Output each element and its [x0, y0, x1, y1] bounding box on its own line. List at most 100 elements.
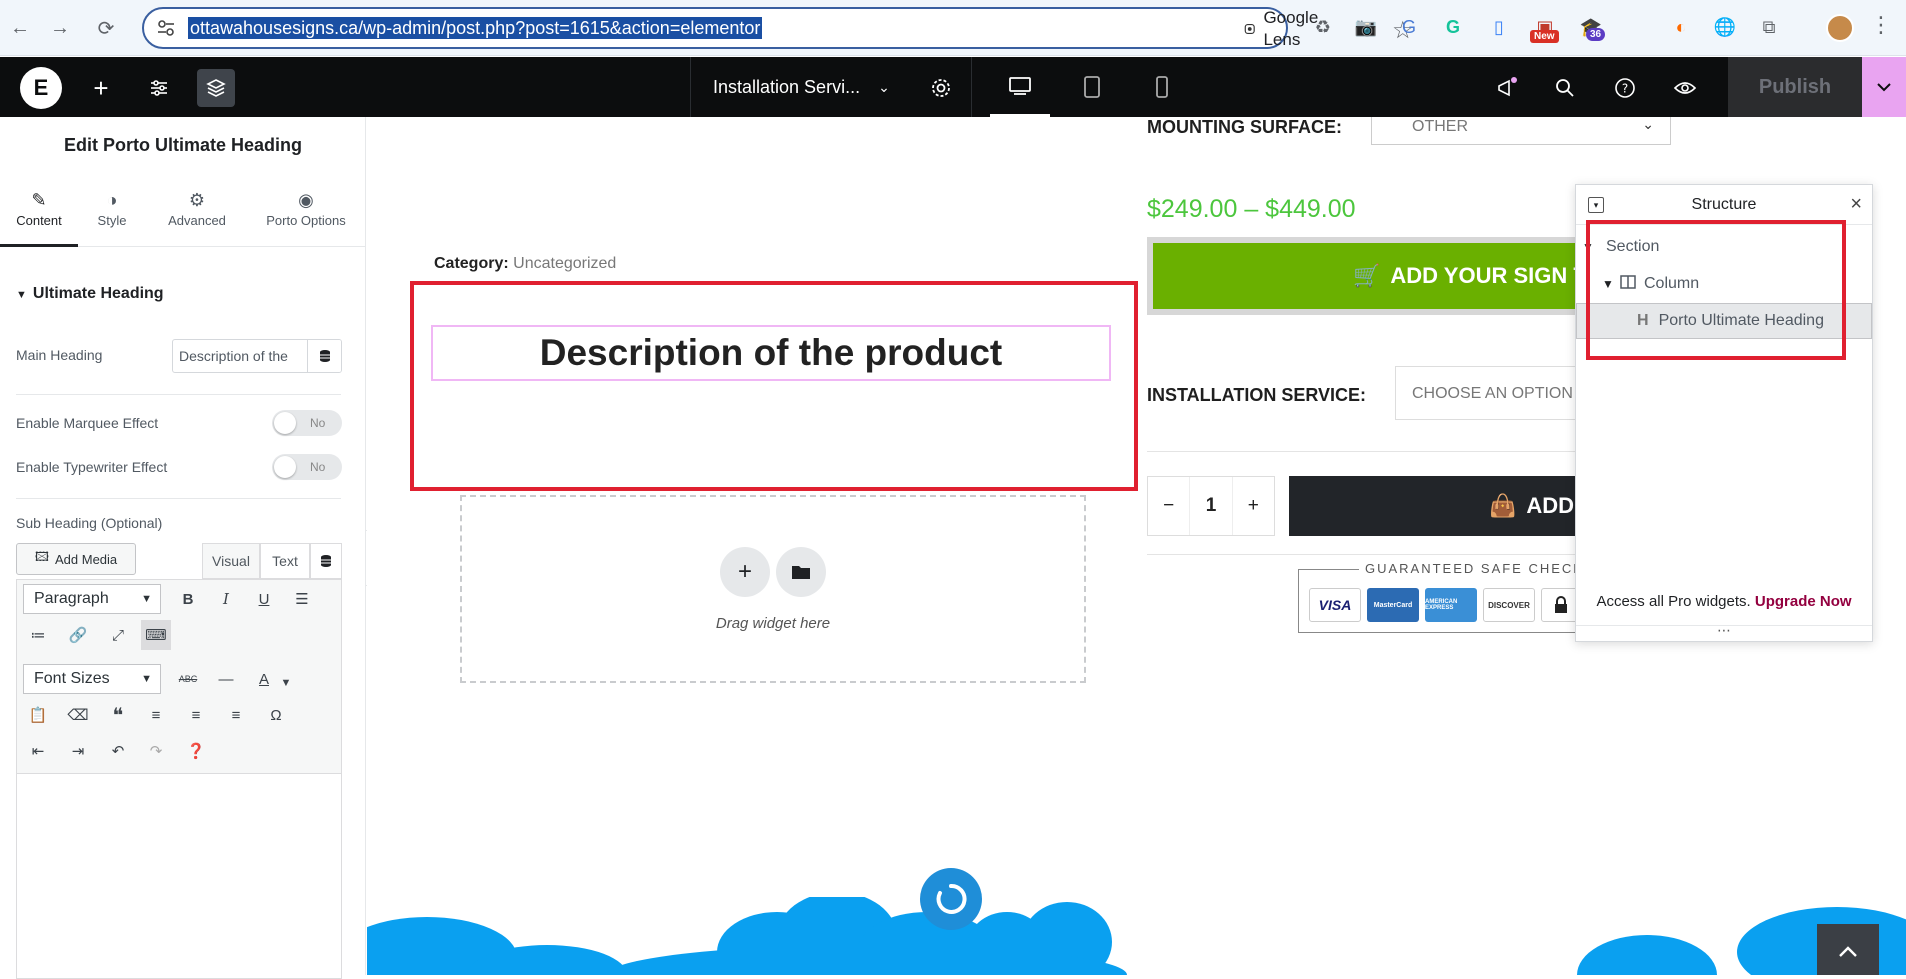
- empty-column-dropzone[interactable]: + Drag widget here: [460, 495, 1086, 683]
- tab-content[interactable]: ✎ Content: [0, 187, 78, 247]
- tab-text[interactable]: Text: [260, 543, 310, 579]
- highlight-box: [1586, 220, 1846, 360]
- profile-avatar[interactable]: [1826, 14, 1854, 42]
- section-toggle-ultimate-heading[interactable]: ▼ Ultimate Heading: [16, 285, 164, 303]
- subheading-label: Sub Heading (Optional): [16, 515, 163, 531]
- add-new-widget-plus-icon[interactable]: +: [720, 547, 770, 597]
- editor-toolbar: Paragraph ▼ B I U ☰ ≔ 🔗 ⤢ ⌨ Font Sizes ▼ A…: [17, 580, 341, 774]
- link-icon[interactable]: 🔗: [63, 620, 93, 650]
- font-sizes-select[interactable]: Font Sizes ▼: [23, 664, 161, 694]
- panel-title: Edit Porto Ultimate Heading: [63, 134, 303, 155]
- collapse-all-icon[interactable]: ▾: [1588, 197, 1604, 213]
- italic-icon[interactable]: I: [211, 584, 241, 614]
- recycle-extension-icon[interactable]: ♻: [1310, 14, 1336, 40]
- special-character-omega-icon[interactable]: Ω: [261, 700, 291, 730]
- loading-spinner-icon: [920, 868, 982, 930]
- page-settings-gear-icon[interactable]: [922, 69, 960, 107]
- paragraph-format-select[interactable]: Paragraph ▼: [23, 584, 161, 614]
- highlight-box: [410, 281, 1138, 491]
- drop-hint: Drag widget here: [715, 615, 831, 632]
- undo-icon[interactable]: ↶: [103, 736, 133, 766]
- forward-icon[interactable]: →: [44, 12, 76, 44]
- announcements-megaphone-icon[interactable]: [1488, 69, 1526, 107]
- structure-header[interactable]: ▾ Structure ×: [1576, 185, 1872, 225]
- text-color-chevron-icon[interactable]: ▼: [277, 668, 295, 698]
- qty-plus-button[interactable]: +: [1233, 495, 1274, 517]
- align-right-icon[interactable]: ≡: [221, 700, 251, 730]
- text-color-icon[interactable]: A: [249, 664, 279, 694]
- add-template-folder-icon[interactable]: [776, 547, 826, 597]
- count-badge: 36: [1586, 28, 1606, 41]
- wysiwyg-editor[interactable]: Paragraph ▼ B I U ☰ ≔ 🔗 ⤢ ⌨ Font Sizes ▼ A…: [16, 579, 342, 979]
- tablet-extension-icon[interactable]: ▯: [1486, 14, 1512, 40]
- paste-text-icon[interactable]: 📋: [23, 700, 53, 730]
- mounting-surface-select[interactable]: OTHER ⌄: [1371, 117, 1671, 145]
- horizontal-line-icon[interactable]: —: [211, 664, 241, 694]
- numbered-list-icon[interactable]: ≔: [23, 620, 53, 650]
- help-question-icon[interactable]: ❓: [181, 736, 211, 766]
- mounting-surface-label: MOUNTING SURFACE:: [1147, 117, 1342, 137]
- upgrade-now-link[interactable]: Upgrade Now: [1755, 593, 1852, 610]
- mobile-view-icon[interactable]: [1132, 57, 1192, 117]
- blockquote-icon[interactable]: ❝: [103, 700, 133, 730]
- globe-extension-icon[interactable]: 🌐: [1712, 14, 1738, 40]
- indent-icon[interactable]: ⇥: [63, 736, 93, 766]
- toolbar-toggle-keyboard-icon[interactable]: ⌨: [141, 620, 171, 650]
- site-info-icon[interactable]: [156, 18, 176, 38]
- tab-style[interactable]: ◑ Style: [84, 187, 140, 247]
- qty-value[interactable]: 1: [1189, 477, 1233, 535]
- url-text[interactable]: ottawahousesigns.ca/wp-admin/post.php?po…: [188, 17, 763, 39]
- chevron-down-icon: ⌄: [878, 78, 890, 95]
- align-left-icon[interactable]: ≡: [141, 700, 171, 730]
- align-center-icon[interactable]: ≡: [181, 700, 211, 730]
- fullscreen-icon[interactable]: ⤢: [103, 620, 133, 650]
- help-icon[interactable]: ?: [1606, 69, 1644, 107]
- redo-icon[interactable]: ↷: [141, 736, 171, 766]
- structure-layers-icon[interactable]: [197, 69, 235, 107]
- resize-handle-icon[interactable]: ⋯: [1576, 623, 1872, 641]
- search-icon[interactable]: [1546, 69, 1584, 107]
- bold-icon[interactable]: B: [173, 584, 203, 614]
- dynamic-tags-icon[interactable]: [307, 340, 341, 372]
- editor-dynamic-tags-icon[interactable]: [310, 543, 342, 579]
- category-link[interactable]: Uncategorized: [513, 255, 616, 272]
- outdent-icon[interactable]: ⇤: [23, 736, 53, 766]
- address-bar[interactable]: ottawahousesigns.ca/wp-admin/post.php?po…: [142, 7, 1414, 49]
- preview-eye-icon[interactable]: [1666, 69, 1704, 107]
- back-icon[interactable]: ←: [4, 12, 36, 44]
- puzzle-extensions-icon[interactable]: ⧉: [1756, 14, 1782, 40]
- bullet-list-icon[interactable]: ☰: [287, 584, 317, 614]
- strikethrough-icon[interactable]: ABC: [173, 664, 203, 694]
- add-element-icon[interactable]: +: [82, 69, 120, 107]
- tablet-view-icon[interactable]: [1062, 57, 1122, 117]
- translate-extension-icon[interactable]: G: [1396, 14, 1422, 40]
- reload-icon[interactable]: ⟳: [90, 12, 122, 44]
- publish-options-chevron-icon[interactable]: [1862, 57, 1906, 117]
- underline-icon[interactable]: U: [249, 584, 279, 614]
- swirl-extension-icon[interactable]: ◐: [1668, 14, 1694, 40]
- scroll-to-top-chevron-icon[interactable]: [1817, 924, 1879, 975]
- browser-menu-icon[interactable]: ⋮: [1870, 12, 1892, 38]
- ultimate-heading-widget[interactable]: Description of the product: [431, 325, 1111, 381]
- site-settings-icon[interactable]: [140, 69, 178, 107]
- divider: [16, 394, 341, 395]
- installation-service-label: INSTALLATION SERVICE:: [1147, 385, 1367, 405]
- close-icon[interactable]: ×: [1850, 193, 1862, 216]
- typewriter-toggle[interactable]: No: [272, 454, 342, 480]
- tab-porto-options[interactable]: ◉ Porto Options: [262, 187, 350, 247]
- publish-button[interactable]: Publish: [1728, 57, 1862, 117]
- add-media-button[interactable]: 🖾 Add Media: [16, 543, 136, 575]
- quantity-stepper[interactable]: − 1 +: [1147, 476, 1275, 536]
- half-circle-icon: ◑: [106, 189, 118, 210]
- main-heading-input[interactable]: Description of the: [172, 339, 342, 373]
- marquee-toggle[interactable]: No: [272, 410, 342, 436]
- elementor-logo-icon[interactable]: E: [20, 67, 62, 109]
- desktop-view-icon[interactable]: [990, 57, 1050, 117]
- new-badge: New: [1530, 30, 1559, 43]
- camera-extension-icon[interactable]: 📷: [1353, 14, 1379, 40]
- tab-advanced[interactable]: ⚙ Advanced: [162, 187, 232, 247]
- tab-visual[interactable]: Visual: [202, 543, 260, 579]
- qty-minus-button[interactable]: −: [1148, 495, 1189, 517]
- clear-formatting-eraser-icon[interactable]: ⌫: [63, 700, 93, 730]
- grammarly-extension-icon[interactable]: G: [1440, 14, 1466, 40]
